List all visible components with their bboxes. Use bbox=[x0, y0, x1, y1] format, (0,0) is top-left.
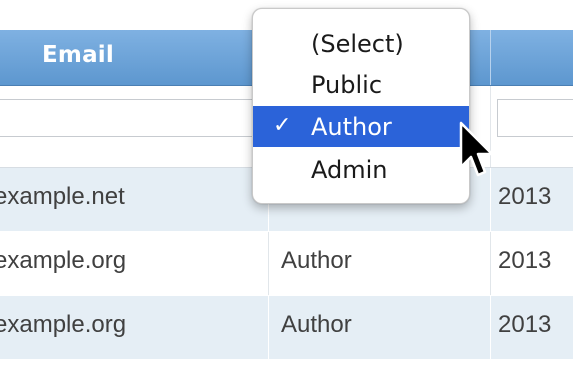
dropdown-option-author[interactable]: ✓ Author bbox=[253, 106, 469, 147]
column-header-email-label: Email bbox=[42, 42, 114, 68]
cell-date: 2013 bbox=[498, 247, 552, 274]
date-filter-input[interactable] bbox=[497, 99, 573, 137]
cell-divider bbox=[490, 296, 491, 359]
dropdown-option-select[interactable]: (Select) bbox=[253, 23, 469, 64]
dropdown-option-admin[interactable]: Admin bbox=[253, 149, 469, 190]
dropdown-option-label: (Select) bbox=[311, 30, 404, 58]
cell-email: example.net bbox=[0, 183, 125, 210]
checkmark-icon: ✓ bbox=[273, 113, 292, 138]
cell-email: example.org bbox=[0, 311, 127, 338]
table-row[interactable]: example.org Author 2013 bbox=[0, 296, 573, 360]
cell-role: Author bbox=[281, 311, 352, 338]
role-filter-dropdown-menu: (Select) Public ✓ Author Admin bbox=[252, 8, 470, 204]
email-filter-input[interactable] bbox=[0, 99, 265, 137]
cell-divider bbox=[268, 232, 269, 295]
column-header-email[interactable]: Email bbox=[0, 30, 268, 85]
cell-email: example.org bbox=[0, 247, 127, 274]
dropdown-option-label: Author bbox=[311, 113, 392, 141]
cell-date: 2013 bbox=[498, 183, 552, 210]
cell-date: 2013 bbox=[498, 311, 552, 338]
column-header-date[interactable] bbox=[490, 30, 573, 85]
dropdown-option-label: Admin bbox=[311, 156, 388, 184]
cell-divider bbox=[268, 296, 269, 359]
dropdown-option-public[interactable]: Public bbox=[253, 64, 469, 105]
cell-divider bbox=[490, 232, 491, 295]
table-row[interactable]: example.org Author 2013 bbox=[0, 232, 573, 296]
dropdown-option-label: Public bbox=[311, 71, 383, 99]
cell-role: Author bbox=[281, 247, 352, 274]
arrow-cursor-icon bbox=[459, 121, 493, 177]
